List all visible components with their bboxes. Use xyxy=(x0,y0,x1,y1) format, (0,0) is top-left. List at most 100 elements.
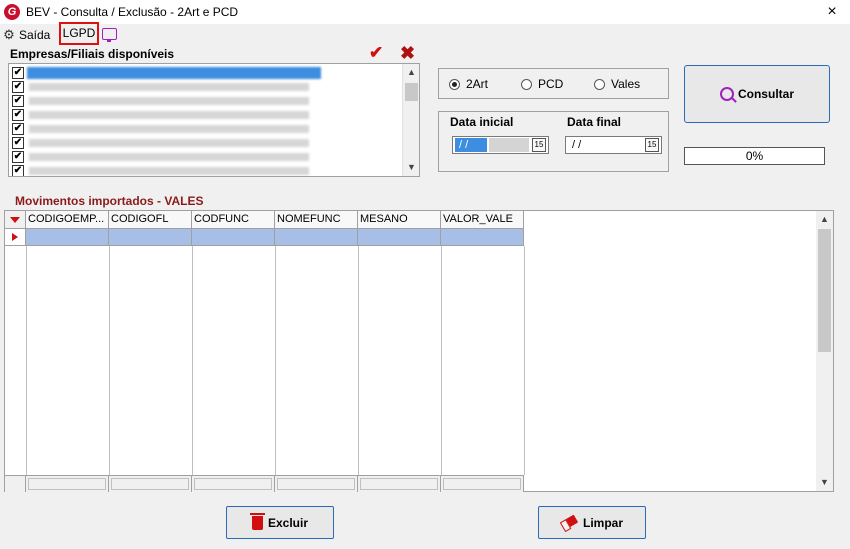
scroll-up-icon[interactable]: ▲ xyxy=(816,211,833,228)
eraser-icon xyxy=(559,514,579,531)
radio-vales[interactable]: Vales xyxy=(594,77,640,91)
list-item[interactable]: ✔ xyxy=(11,66,406,80)
title-bar: G BEV - Consulta / Exclusão - 2Art e PCD… xyxy=(0,0,850,24)
search-icon xyxy=(719,87,734,101)
item-text-redacted xyxy=(29,139,309,147)
footer-cell xyxy=(109,475,192,492)
movimentos-grid[interactable]: CODIGOEMP... CODIGOFL CODFUNC NOMEFUNC M… xyxy=(4,210,834,492)
data-inicial-label: Data inicial xyxy=(450,115,514,129)
grid-scrollbar[interactable]: ▲ ▼ xyxy=(816,211,833,491)
scroll-up-icon[interactable]: ▲ xyxy=(403,64,419,81)
grid-footer xyxy=(5,475,524,492)
grid-line xyxy=(441,246,442,475)
data-inicial-disabled-area xyxy=(489,138,529,152)
list-item[interactable]: ✔ xyxy=(11,94,406,108)
item-text-redacted xyxy=(29,125,309,133)
scroll-down-icon[interactable]: ▼ xyxy=(403,159,419,176)
table-cell[interactable] xyxy=(109,229,192,246)
list-item[interactable]: ✔ xyxy=(11,150,406,164)
grid-line xyxy=(524,246,525,475)
item-checkbox[interactable]: ✔ xyxy=(12,137,24,149)
data-final-value: / / xyxy=(572,139,582,151)
table-cell[interactable] xyxy=(192,229,275,246)
table-cell[interactable] xyxy=(358,229,441,246)
data-inicial-value: / / xyxy=(455,138,487,152)
data-inicial-field[interactable]: / / 15 xyxy=(452,136,549,154)
scroll-down-icon[interactable]: ▼ xyxy=(816,474,833,491)
table-row[interactable] xyxy=(5,229,524,246)
radio-vales-label: Vales xyxy=(611,77,641,91)
radio-2art-label: 2Art xyxy=(466,77,489,91)
limpar-label: Limpar xyxy=(582,515,623,530)
footer-cell xyxy=(275,475,358,492)
item-checkbox[interactable]: ✔ xyxy=(12,81,24,93)
item-text-redacted xyxy=(29,167,309,175)
list-item[interactable]: ✔ xyxy=(11,164,406,176)
column-header[interactable]: CODFUNC xyxy=(192,211,275,229)
column-header[interactable]: VALOR_VALE xyxy=(441,211,524,229)
column-header[interactable]: NOMEFUNC xyxy=(275,211,358,229)
item-checkbox[interactable]: ✔ xyxy=(12,67,24,79)
grid-line xyxy=(26,246,27,475)
gear-icon: ⚙ xyxy=(3,27,15,42)
limpar-button[interactable]: Limpar xyxy=(538,506,646,539)
grid-header: CODIGOEMP... CODIGOFL CODFUNC NOMEFUNC M… xyxy=(5,211,524,229)
item-checkbox[interactable]: ✔ xyxy=(12,165,24,176)
menu-bar: ⚙ Saída xyxy=(0,24,850,46)
table-cell[interactable] xyxy=(275,229,358,246)
column-header[interactable]: CODIGOEMP... xyxy=(26,211,109,229)
movimentos-label: Movimentos importados - VALES xyxy=(15,194,204,208)
progress-bar: 0% xyxy=(684,147,825,165)
list-item[interactable]: ✔ xyxy=(11,80,406,94)
table-cell[interactable] xyxy=(441,229,524,246)
footer-indicator xyxy=(5,475,26,492)
item-text-redacted xyxy=(29,153,309,161)
date-range-box: Data inicial Data final / / 15 / / 15 xyxy=(438,111,669,172)
radio-dot[interactable] xyxy=(521,78,532,90)
monitor-icon[interactable] xyxy=(102,28,117,42)
item-text-redacted xyxy=(29,83,309,91)
close-icon[interactable]: × xyxy=(822,2,842,22)
item-checkbox[interactable]: ✔ xyxy=(12,151,24,163)
check-all-icon[interactable]: ✔ xyxy=(369,44,383,62)
calendar-icon[interactable]: 15 xyxy=(532,138,546,152)
app-logo-icon: G xyxy=(4,4,20,20)
empresas-list[interactable]: ✔ ✔ ✔ ✔ ✔ ✔ ✔ ✔ ▲ ▼ xyxy=(8,63,420,177)
item-checkbox[interactable]: ✔ xyxy=(12,95,24,107)
radio-pcd[interactable]: PCD xyxy=(521,77,563,91)
item-checkbox[interactable]: ✔ xyxy=(12,123,24,135)
excluir-button[interactable]: Excluir xyxy=(226,506,334,539)
footer-cell xyxy=(358,475,441,492)
data-final-label: Data final xyxy=(567,115,622,129)
scroll-thumb[interactable] xyxy=(818,229,831,352)
grid-line xyxy=(275,246,276,475)
window-title: BEV - Consulta / Exclusão - 2Art e PCD xyxy=(26,5,239,19)
radio-dot[interactable] xyxy=(594,78,605,90)
column-header[interactable]: MESANO xyxy=(358,211,441,229)
excluir-label: Excluir xyxy=(267,515,309,530)
empresas-scrollbar[interactable]: ▲ ▼ xyxy=(402,64,419,176)
list-item[interactable]: ✔ xyxy=(11,108,406,122)
radio-dot[interactable] xyxy=(449,78,460,90)
uncheck-all-icon[interactable]: ✖ xyxy=(400,44,415,62)
scroll-thumb[interactable] xyxy=(405,83,418,101)
row-pointer-icon xyxy=(5,229,26,246)
footer-cell xyxy=(441,475,524,492)
list-item[interactable]: ✔ xyxy=(11,136,406,150)
list-item[interactable]: ✔ xyxy=(11,122,406,136)
consultar-button[interactable]: Consultar xyxy=(684,65,830,123)
calendar-icon[interactable]: 15 xyxy=(645,138,659,152)
item-checkbox[interactable]: ✔ xyxy=(12,109,24,121)
sort-indicator-icon[interactable] xyxy=(5,211,26,229)
column-header[interactable]: CODIGOFL xyxy=(109,211,192,229)
footer-cell xyxy=(26,475,109,492)
grid-line xyxy=(192,246,193,475)
radio-pcd-label: PCD xyxy=(538,77,564,91)
radio-2art[interactable]: 2Art xyxy=(449,77,488,91)
table-cell[interactable] xyxy=(26,229,109,246)
menu-lgpd[interactable]: LGPD xyxy=(59,22,99,45)
menu-saida-label: Saída xyxy=(19,28,51,42)
menu-saida[interactable]: ⚙ Saída xyxy=(2,27,50,43)
item-text-redacted xyxy=(27,67,321,79)
data-final-field[interactable]: / / 15 xyxy=(565,136,662,154)
